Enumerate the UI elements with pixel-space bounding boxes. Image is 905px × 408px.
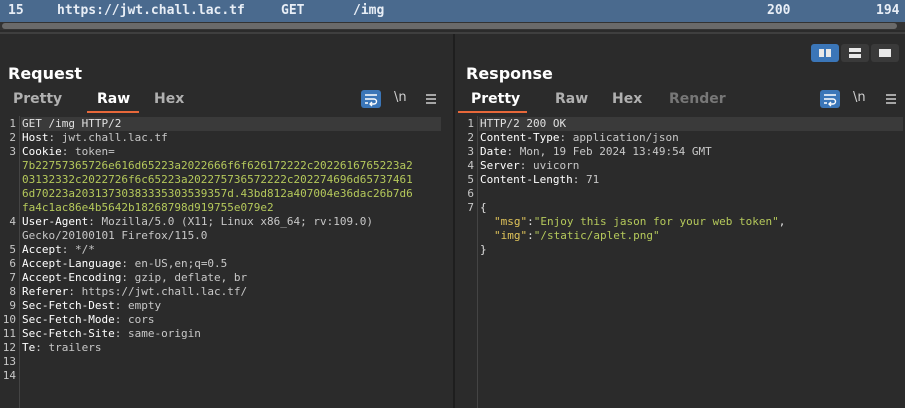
- newline-toggle-button[interactable]: \n: [853, 90, 866, 105]
- header-value: : 71: [572, 173, 600, 186]
- header-name: Cookie: [22, 145, 62, 158]
- header-name: Content-Type: [480, 131, 560, 144]
- request-editor[interactable]: 1 GET /img HTTP/2 2 Host: jwt.chall.lac.tf…: [0, 116, 453, 408]
- scrollbar-thumb[interactable]: [2, 23, 897, 29]
- history-number: 15: [8, 3, 24, 18]
- line-number: 6: [467, 187, 474, 200]
- cookie-value: fa4c1ac86e4b5642b18268798d919755e079e2: [22, 201, 274, 214]
- header-value: : application/json: [559, 131, 679, 144]
- header-value: : */*: [61, 243, 95, 256]
- header-name: Referer: [22, 285, 69, 298]
- line-number: 5: [9, 243, 16, 256]
- header-value: : Mozilla/5.0 (X11; Linux x86_64; rv:109…: [88, 215, 374, 228]
- header-name: Date: [480, 145, 507, 158]
- response-tab-hex[interactable]: Hex: [612, 91, 642, 107]
- line-number: 1: [9, 117, 16, 130]
- history-path: /img: [353, 3, 385, 18]
- panel-divider[interactable]: [453, 34, 455, 408]
- response-title: Response: [466, 64, 553, 83]
- response-tab-pretty[interactable]: Pretty: [471, 91, 520, 107]
- header-name: User-Agent: [22, 215, 89, 228]
- line-number: 10: [2, 313, 16, 326]
- json-open-brace: {: [480, 201, 487, 214]
- line-number: 7: [467, 201, 474, 214]
- line-number: 4: [9, 215, 16, 228]
- header-value: : cors: [114, 313, 155, 326]
- header-value: : trailers: [35, 341, 102, 354]
- line-number: 2: [467, 131, 474, 144]
- json-close-brace: }: [480, 243, 487, 256]
- json-colon: :: [527, 229, 534, 242]
- response-tab-render[interactable]: Render: [669, 91, 726, 107]
- json-key: "img": [494, 229, 528, 242]
- line-number: 8: [9, 285, 16, 298]
- header-name: Server: [480, 159, 520, 172]
- header-value: : Mon, 19 Feb 2024 13:49:54 GMT: [506, 145, 712, 158]
- line-number: 5: [467, 173, 474, 186]
- header-value: : en-US,en;q=0.5: [121, 257, 228, 270]
- request-title: Request: [8, 64, 83, 83]
- response-panel: Response Pretty Raw Hex Render \n 1 HTTP/…: [458, 34, 905, 408]
- line-number: 12: [2, 341, 16, 354]
- line-number: 4: [467, 159, 474, 172]
- json-comma: ,: [778, 215, 786, 228]
- line-number: 14: [2, 369, 16, 382]
- response-editor[interactable]: 1 HTTP/2 200 OK 2 Content-Type: applicatio…: [458, 116, 905, 408]
- history-host: https://jwt.chall.lac.tf: [57, 3, 245, 18]
- history-status: 200: [767, 3, 791, 18]
- header-name: Sec-Fetch-Mode: [22, 313, 115, 326]
- header-value: : token=: [61, 145, 115, 158]
- status-line: HTTP/2 200 OK: [480, 117, 567, 130]
- line-number: 11: [2, 327, 16, 340]
- horizontal-scrollbar[interactable]: [0, 22, 905, 30]
- cookie-value: 6d70223a20313730383335303539357d.43bd812…: [22, 187, 413, 200]
- history-length: 194: [876, 3, 900, 18]
- header-value: Gecko/20100101 Firefox/115.0: [22, 229, 208, 242]
- json-key: "msg": [494, 215, 528, 228]
- header-name: Content-Length: [480, 173, 573, 186]
- header-name: Sec-Fetch-Site: [22, 327, 115, 340]
- request-tab-hex[interactable]: Hex: [154, 91, 184, 107]
- header-name: Accept-Language: [22, 257, 122, 270]
- header-value: : empty: [114, 299, 162, 312]
- header-name: Accept-Encoding: [22, 271, 122, 284]
- cookie-value: 7b22757365726e616d65223a2022666f6f626172…: [22, 159, 413, 172]
- response-active-tab-indicator: [458, 111, 527, 113]
- header-name: Host: [22, 131, 49, 144]
- menu-icon[interactable]: [881, 90, 901, 108]
- header-value: : gzip, deflate, br: [121, 271, 248, 284]
- menu-icon[interactable]: [421, 90, 441, 108]
- request-active-tab-indicator: [87, 111, 139, 113]
- header-name: Sec-Fetch-Dest: [22, 299, 115, 312]
- newline-toggle-button[interactable]: \n: [394, 90, 407, 105]
- header-name: Accept: [22, 243, 62, 256]
- request-line: GET /img HTTP/2: [22, 117, 122, 130]
- request-tab-pretty[interactable]: Pretty: [13, 91, 62, 107]
- line-number: 2: [9, 131, 16, 144]
- request-panel: Request Pretty Raw Hex \n 1 GET /img HTTP…: [0, 34, 453, 408]
- request-tab-raw[interactable]: Raw: [97, 91, 130, 107]
- history-row-selected[interactable]: 15 https://jwt.chall.lac.tf GET /img 200…: [0, 0, 905, 22]
- header-name: Te: [22, 341, 36, 354]
- json-string: "/static/aplet.png": [533, 229, 660, 242]
- wrap-icon[interactable]: [820, 90, 840, 108]
- header-value: : same-origin: [114, 327, 201, 340]
- line-number: 3: [9, 145, 16, 158]
- line-number: 6: [9, 257, 16, 270]
- line-number: 9: [9, 299, 16, 312]
- json-string: "Enjoy this jason for your web token": [533, 215, 779, 228]
- line-number: 13: [2, 355, 16, 368]
- cookie-value: 03132332c2022726f6c65223a202275736572222…: [22, 173, 413, 186]
- header-value: : jwt.chall.lac.tf: [48, 131, 168, 144]
- line-number: 3: [467, 145, 474, 158]
- history-method: GET: [281, 3, 305, 18]
- line-number: 7: [9, 271, 16, 284]
- response-tab-raw[interactable]: Raw: [555, 91, 588, 107]
- line-number: 1: [467, 117, 474, 130]
- header-value: : uvicorn: [519, 159, 580, 172]
- header-value: : https://jwt.chall.lac.tf/: [68, 285, 248, 298]
- json-colon: :: [527, 215, 534, 228]
- wrap-icon[interactable]: [361, 90, 381, 108]
